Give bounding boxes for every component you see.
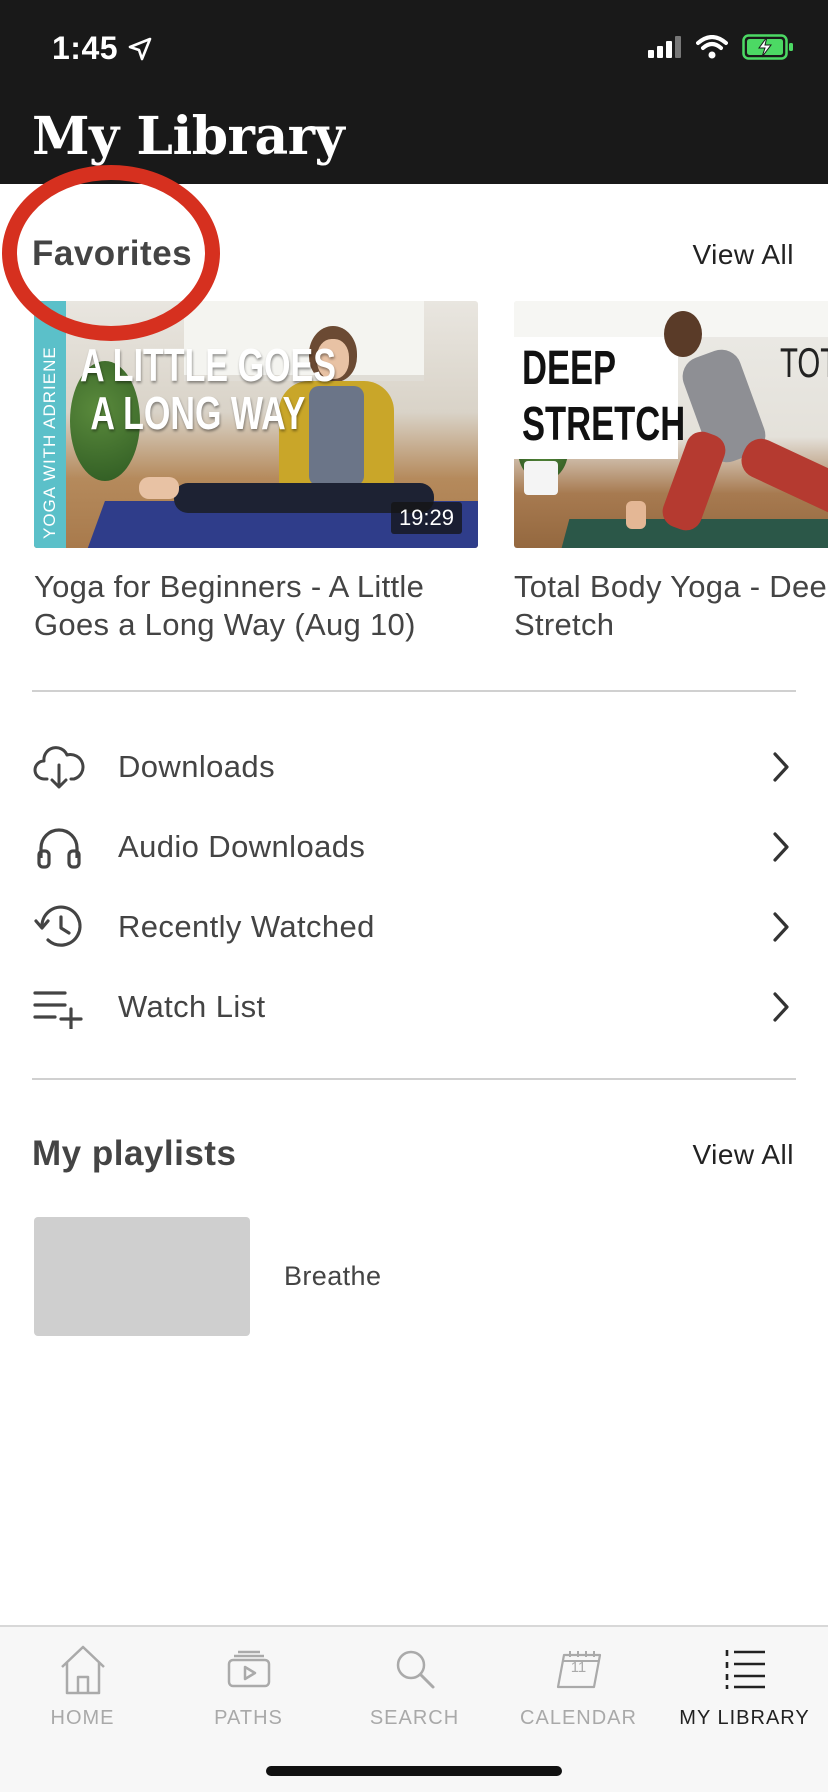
menu-label: Downloads xyxy=(118,749,275,784)
home-icon xyxy=(59,1639,107,1699)
favorites-carousel[interactable]: YOGA WITH ADRIENE A LITTLE GOES A LONG W… xyxy=(34,301,828,651)
status-time: 1:45 xyxy=(52,30,152,67)
tab-label: CALENDAR xyxy=(520,1707,637,1729)
tab-search[interactable]: SEARCH xyxy=(332,1639,497,1730)
headphones-icon xyxy=(32,820,86,874)
video-title-line2: Goes a Long Way (Aug 10) xyxy=(34,607,416,642)
divider xyxy=(32,1078,796,1080)
playlist-name[interactable]: Breathe xyxy=(284,1261,381,1292)
favorite-card[interactable]: YOGA WITH ADRIENE A LITTLE GOES A LONG W… xyxy=(34,301,478,644)
playlists-view-all-link[interactable]: View All xyxy=(692,1139,794,1171)
search-icon xyxy=(394,1639,436,1699)
thumbnail-text-line1: A LITTLE GOES xyxy=(80,339,336,391)
person-hand xyxy=(626,501,646,529)
menu-item-watch-list[interactable]: Watch List xyxy=(32,972,796,1042)
tab-label: SEARCH xyxy=(369,1707,460,1729)
video-title-line2: Stretch xyxy=(514,607,615,642)
thumbnail-text-line1: DEEP xyxy=(522,342,617,395)
person-head xyxy=(664,311,702,357)
favorites-view-all-link[interactable]: View All xyxy=(692,239,794,271)
wifi-icon xyxy=(696,35,728,59)
plant-pot xyxy=(524,461,558,495)
video-title[interactable]: Total Body Yoga - Deep Stretch xyxy=(514,568,828,644)
person-foot xyxy=(139,477,179,499)
page-title: My Library xyxy=(32,106,345,167)
thumbnail-corner-text: TOTAL xyxy=(780,339,828,386)
tab-home[interactable]: HOME xyxy=(0,1639,165,1730)
playlist-add-icon xyxy=(32,980,86,1034)
battery-charging-icon xyxy=(742,34,793,60)
calendar-icon: 11 xyxy=(556,1639,602,1699)
tab-calendar[interactable]: 11 CALENDAR xyxy=(496,1639,661,1730)
menu-item-audio-downloads[interactable]: Audio Downloads xyxy=(32,812,796,882)
thumbnail-text-line2: STRETCH xyxy=(522,398,686,451)
paths-icon xyxy=(227,1639,271,1699)
video-thumbnail[interactable]: DEEP STRETCH TOTAL xyxy=(514,301,828,548)
status-icons xyxy=(648,34,794,60)
tab-label: MY LIBRARY xyxy=(679,1707,810,1729)
tab-paths[interactable]: PATHS xyxy=(166,1639,331,1730)
chevron-right-icon xyxy=(766,907,796,947)
location-arrow-icon xyxy=(128,37,152,60)
menu-item-recently-watched[interactable]: Recently Watched xyxy=(32,892,796,962)
thumbnail-text: A LITTLE GOES A LONG WAY xyxy=(80,341,336,437)
favorite-card[interactable]: DEEP STRETCH TOTAL Total Body Yoga - Dee… xyxy=(514,301,828,644)
annotation-circle xyxy=(2,165,220,341)
signal-icon xyxy=(648,36,681,58)
side-label: YOGA WITH ADRIENE xyxy=(40,346,59,539)
thumbnail-text: DEEP STRETCH xyxy=(522,341,685,453)
chevron-right-icon xyxy=(766,747,796,787)
status-time-text: 1:45 xyxy=(52,30,119,66)
duration-badge: 19:29 xyxy=(390,502,462,534)
video-title[interactable]: Yoga for Beginners - A Little Goes a Lon… xyxy=(34,568,478,644)
thumbnail-text-line2: A LONG WAY xyxy=(90,387,306,439)
video-title-line1: Yoga for Beginners - A Little xyxy=(34,569,425,604)
cloud-download-icon xyxy=(32,740,86,794)
playlist-thumbnail[interactable] xyxy=(34,1217,250,1336)
history-icon xyxy=(32,900,86,954)
calendar-day: 11 xyxy=(570,1659,587,1676)
header: 1:45 My Library xyxy=(0,0,828,184)
video-title-line1: Total Body Yoga - Deep xyxy=(514,569,828,604)
menu-label: Recently Watched xyxy=(118,909,375,944)
home-indicator xyxy=(266,1766,562,1776)
menu-label: Audio Downloads xyxy=(118,829,366,864)
tab-label: PATHS xyxy=(214,1707,283,1729)
playlists-title: My playlists xyxy=(32,1134,237,1173)
chevron-right-icon xyxy=(766,827,796,867)
divider xyxy=(32,690,796,692)
menu-label: Watch List xyxy=(118,989,266,1024)
chevron-right-icon xyxy=(766,987,796,1027)
menu-item-downloads[interactable]: Downloads xyxy=(32,732,796,802)
library-icon xyxy=(723,1639,767,1699)
tab-my-library[interactable]: MY LIBRARY xyxy=(662,1639,827,1730)
tab-label: HOME xyxy=(50,1707,115,1729)
